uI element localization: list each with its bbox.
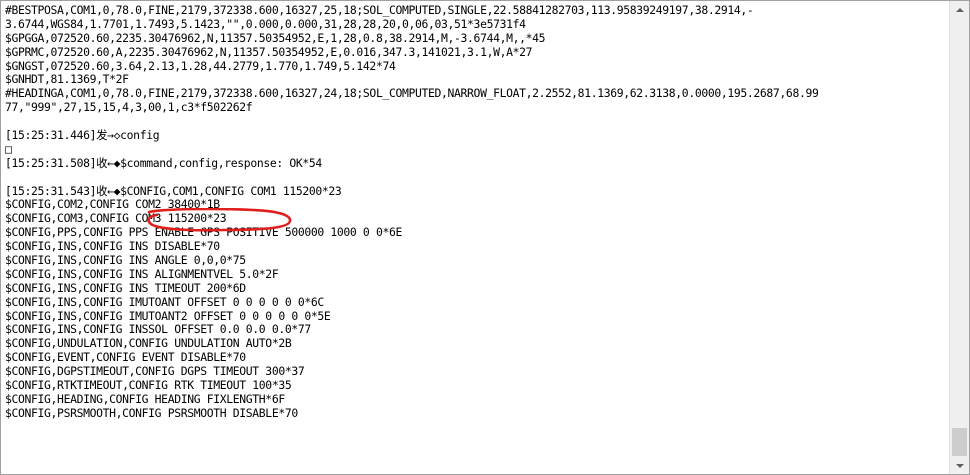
- log-line: □: [5, 141, 12, 156]
- log-line: $CONFIG,INS,CONFIG IMUTOANT2 OFFSET 0 0 …: [5, 308, 331, 323]
- log-line: $GNGST,072520.60,3.64,2.13,1.28,44.2779,…: [5, 58, 396, 73]
- log-line: $CONFIG,UNDULATION,CONFIG UNDULATION AUT…: [5, 336, 292, 351]
- serial-terminal-window: #BESTPOSA,COM1,0,78.0,FINE,2179,372338.6…: [0, 0, 970, 475]
- log-line: $CONFIG,EVENT,CONFIG EVENT DISABLE*70: [5, 350, 246, 365]
- scroll-down-button[interactable]: [950, 457, 969, 474]
- log-line: #HEADINGA,COM1,0,78.0,FINE,2179,372338.6…: [5, 86, 819, 101]
- log-line: $CONFIG,PPS,CONFIG PPS ENABLE GPS POSITI…: [5, 225, 402, 240]
- log-line: 77,"999",27,15,15,4,3,00,1,c3*f502262f: [5, 100, 253, 115]
- log-line: $CONFIG,COM2,CONFIG COM2 38400*1B: [5, 197, 220, 212]
- log-line: $CONFIG,INS,CONFIG INS TIMEOUT 200*6D: [5, 280, 246, 295]
- log-line: $CONFIG,INS,CONFIG IMUTOANT OFFSET 0 0 0…: [5, 294, 324, 309]
- log-line: [15:25:31.446]发→◇config: [5, 128, 160, 143]
- log-line: #BESTPOSA,COM1,0,78.0,FINE,2179,372338.6…: [5, 3, 754, 17]
- log-line: [15:25:31.508]收←◆$command,config,respons…: [5, 155, 322, 170]
- log-line: $CONFIG,INS,CONFIG INS ALIGNMENTVEL 5.0*…: [5, 266, 279, 281]
- log-line: $CONFIG,HEADING,CONFIG HEADING FIXLENGTH…: [5, 391, 285, 406]
- log-line: $CONFIG,COM3,CONFIG COM3 115200*23: [5, 211, 227, 226]
- scrollbar-thumb[interactable]: [952, 428, 967, 456]
- log-line: $CONFIG,PSRSMOOTH,CONFIG PSRSMOOTH DISAB…: [5, 405, 298, 420]
- log-line: $GNHDT,81.1369,T*2F: [5, 72, 129, 87]
- log-line: $CONFIG,INS,CONFIG INS DISABLE*70: [5, 239, 220, 254]
- log-line: $CONFIG,INS,CONFIG INS ANGLE 0,0,0*75: [5, 253, 246, 268]
- log-line: $CONFIG,INS,CONFIG INSSOL OFFSET 0.0 0.0…: [5, 322, 311, 337]
- receive-log-textarea[interactable]: #BESTPOSA,COM1,0,78.0,FINE,2179,372338.6…: [1, 1, 949, 474]
- scroll-up-button[interactable]: [950, 1, 969, 18]
- log-line: $GPRMC,072520.60,A,2235.30476962,N,11357…: [5, 44, 533, 59]
- arrow-up-icon: [955, 7, 964, 12]
- log-line: [15:25:31.543]收←◆$CONFIG,COM1,CONFIG COM…: [5, 183, 342, 198]
- log-line: 3.6744,WGS84,1.7701,1.7493,5.1423,"",0.0…: [5, 16, 526, 31]
- log-line: $CONFIG,RTKTIMEOUT,CONFIG RTK TIMEOUT 10…: [5, 378, 292, 393]
- vertical-scrollbar[interactable]: [949, 1, 969, 474]
- log-line: $GPGGA,072520.60,2235.30476962,N,11357.5…: [5, 30, 546, 45]
- log-line: $CONFIG,DGPSTIMEOUT,CONFIG DGPS TIMEOUT …: [5, 364, 305, 379]
- arrow-down-icon: [955, 463, 964, 468]
